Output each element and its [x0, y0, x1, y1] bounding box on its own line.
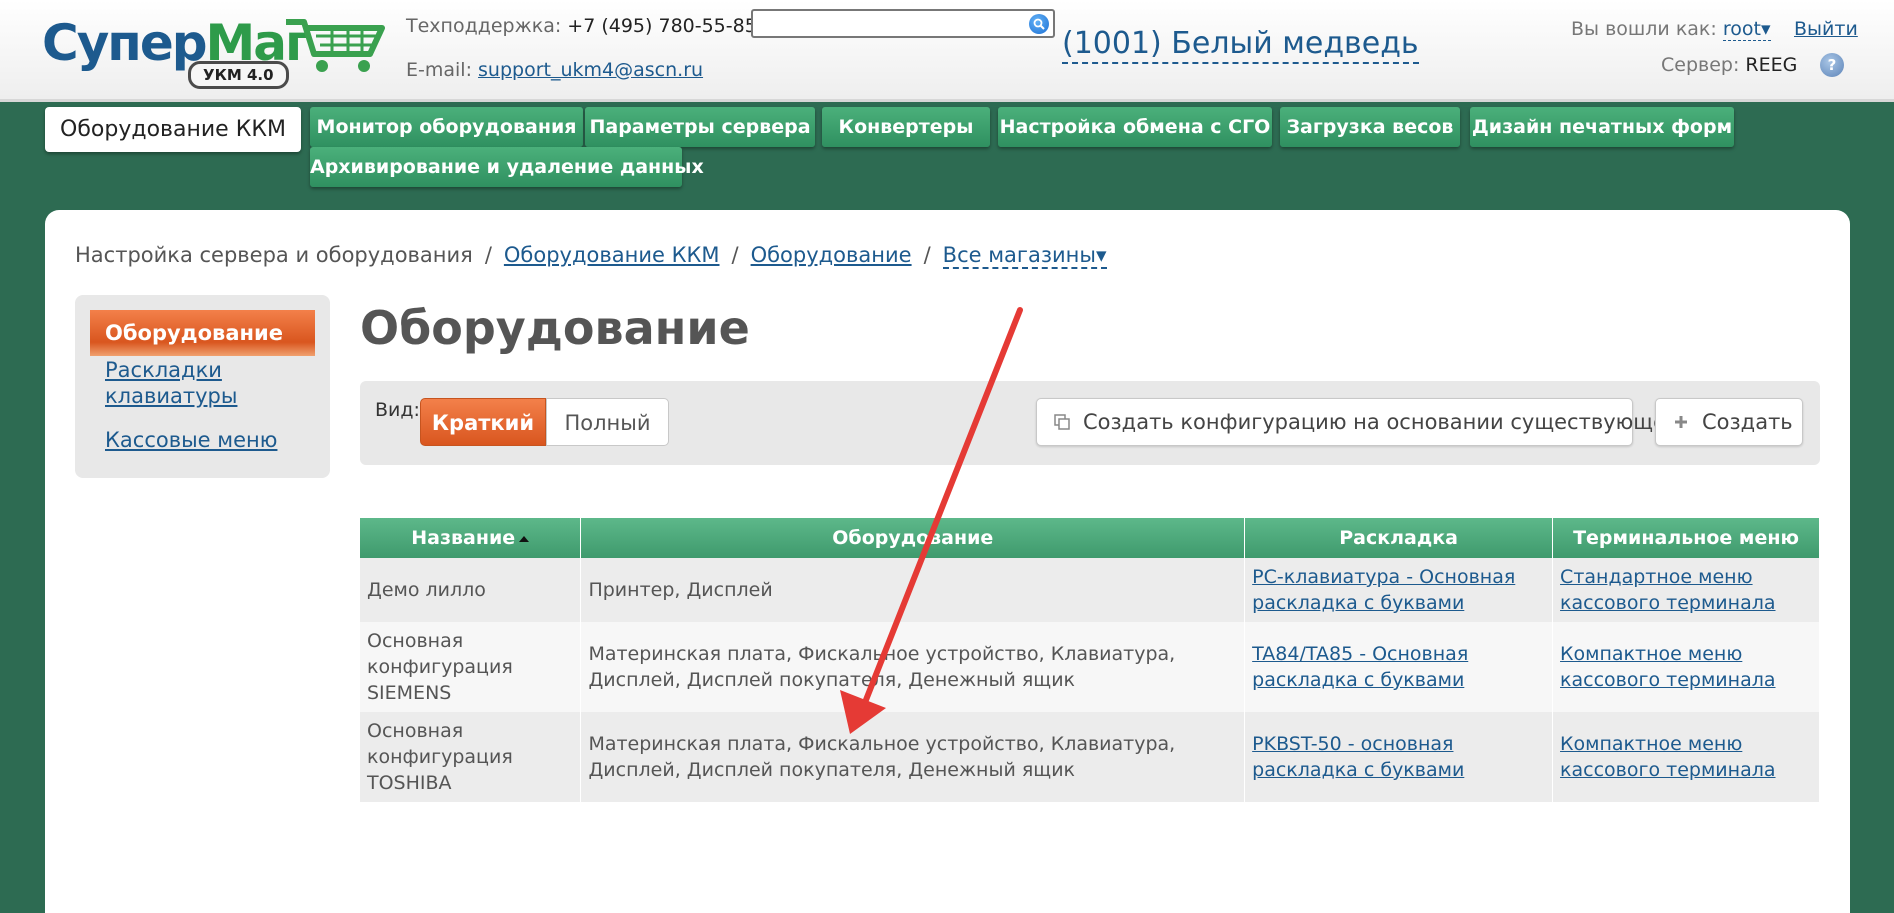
menu-link[interactable]: Стандартное меню кассового терминала [1560, 566, 1775, 614]
cell-name: Демо лилло [360, 558, 582, 622]
page-title: Оборудование [360, 301, 750, 355]
column-header-layout[interactable]: Раскладка [1244, 518, 1554, 558]
column-header-menu[interactable]: Терминальное меню [1552, 518, 1820, 558]
breadcrumb-root: Настройка сервера и оборудования [75, 243, 473, 267]
tab-equipment-kkm[interactable]: Оборудование ККМ [45, 107, 301, 152]
sidebar-item-keyboard-layouts[interactable]: Раскладки клавиатуры [105, 357, 237, 409]
layout-link[interactable]: PC-клавиатура - Основная раскладка с бук… [1252, 566, 1515, 614]
tab-print-forms[interactable]: Дизайн печатных форм [1470, 107, 1734, 147]
cell-menu: Компактное меню кассового терминала [1552, 622, 1820, 712]
tab-converters[interactable]: Конвертеры [822, 107, 990, 147]
create-from-existing-button[interactable]: Создать конфигурацию на основании сущест… [1036, 398, 1680, 446]
cell-layout: TA84/TA85 - Основная раскладка с буквами [1244, 622, 1554, 712]
shopping-cart-icon [286, 19, 385, 72]
sidebar-item-cash-menus[interactable]: Кассовые меню [105, 427, 277, 453]
table-row[interactable]: Основная конфигурация TOSHIBA Материнска… [360, 712, 1820, 802]
store-selector[interactable]: (1001) Белый медведь [1062, 26, 1419, 64]
help-icon[interactable]: ? [1820, 53, 1844, 77]
view-label: Вид: [375, 399, 420, 421]
support-email-link[interactable]: support_ukm4@ascn.ru [478, 59, 703, 81]
menu-link[interactable]: Компактное меню кассового терминала [1560, 643, 1775, 691]
tab-scales-load[interactable]: Загрузка весов [1280, 107, 1460, 147]
logo[interactable]: СуперМаг УКМ 4.0 [42, 12, 385, 89]
tab-archiving[interactable]: Архивирование и удаление данных [310, 147, 704, 187]
login-info: Вы вошли как: root▾ [1571, 18, 1771, 41]
caret-down-icon: ▾ [1760, 18, 1771, 40]
cell-equipment: Материнская плата, Фискальное устройство… [580, 712, 1246, 802]
cell-equipment: Материнская плата, Фискальное устройство… [580, 622, 1246, 712]
tab-server-params[interactable]: Параметры сервера [585, 107, 815, 147]
tab-equipment-monitor[interactable]: Монитор оборудования [310, 107, 583, 147]
equipment-table: Название Оборудование Раскладка Терминал… [360, 518, 1820, 802]
cell-menu: Стандартное меню кассового терминала [1552, 558, 1820, 622]
plus-icon [1675, 416, 1687, 428]
breadcrumb-equipment-kkm[interactable]: Оборудование ККМ [504, 243, 720, 267]
menu-link[interactable]: Компактное меню кассового терминала [1560, 733, 1775, 781]
caret-down-icon: ▾ [1095, 243, 1107, 267]
breadcrumb-equipment[interactable]: Оборудование [751, 243, 912, 267]
cell-layout: PC-клавиатура - Основная раскладка с бук… [1244, 558, 1554, 622]
search-input[interactable] [753, 11, 1013, 36]
all-stores-dropdown[interactable]: Все магазины▾ [942, 243, 1107, 269]
cell-name: Основная конфигурация SIEMENS [360, 622, 582, 712]
sort-asc-icon [519, 535, 530, 542]
breadcrumb: Настройка сервера и оборудования / Оборудо… [75, 243, 1107, 269]
user-dropdown[interactable]: root▾ [1722, 18, 1771, 41]
logout-link[interactable]: Выйти [1794, 17, 1858, 41]
support-phone: Техподдержка: +7 (495) 780-55-85 [406, 15, 757, 37]
column-header-name[interactable]: Название [360, 518, 582, 558]
cell-menu: Компактное меню кассового терминала [1552, 712, 1820, 802]
column-header-equipment[interactable]: Оборудование [580, 518, 1246, 558]
cell-equipment: Принтер, Дисплей [580, 558, 1246, 622]
header: СуперМаг УКМ 4.0 Техподдержка: +7 (495) … [0, 0, 1894, 102]
toolbar: Вид: Краткий Полный Создать конфигурацию… [360, 381, 1820, 465]
support-email: E-mail: support_ukm4@ascn.ru [406, 59, 704, 81]
server-info: Сервер: REEG [1661, 54, 1798, 76]
create-button[interactable]: Создать [1655, 398, 1803, 446]
table-row[interactable]: Основная конфигурация SIEMENS Материнска… [360, 622, 1820, 712]
tab-sgo-exchange[interactable]: Настройка обмена с СГО [998, 107, 1272, 147]
cell-name: Основная конфигурация TOSHIBA [360, 712, 582, 802]
version-badge: УКМ 4.0 [188, 61, 289, 89]
search-icon[interactable] [1029, 14, 1049, 34]
layout-link[interactable]: TA84/TA85 - Основная раскладка с буквами [1252, 643, 1468, 691]
sidebar-item-equipment[interactable]: Оборудование [90, 310, 315, 356]
copy-icon [1054, 414, 1070, 430]
table-header-row: Название Оборудование Раскладка Терминал… [360, 518, 1820, 558]
view-short-button[interactable]: Краткий [420, 398, 546, 446]
cell-layout: PKBST-50 - основная раскладка с буквами [1244, 712, 1554, 802]
sidebar: Оборудование Раскладки клавиатуры Кассовы… [75, 295, 330, 478]
layout-link[interactable]: PKBST-50 - основная раскладка с буквами [1252, 733, 1464, 781]
search-box [751, 9, 1055, 38]
view-full-button[interactable]: Полный [546, 398, 669, 446]
table-row[interactable]: Демо лилло Принтер, Дисплей PC-клавиатур… [360, 558, 1820, 622]
